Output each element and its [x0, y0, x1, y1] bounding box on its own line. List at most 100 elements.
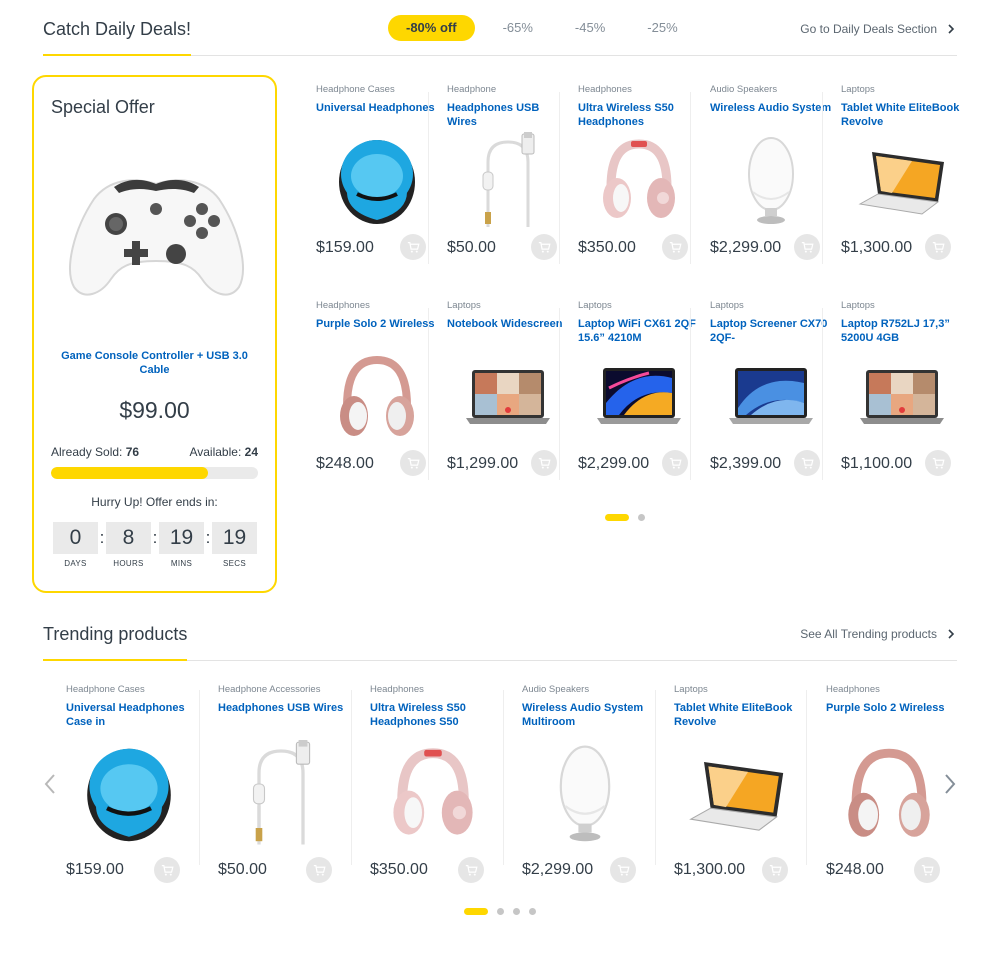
product-card-laptop-wifi-cx61-2qf-15-6-4210m[interactable]: Laptops Laptop WiFi CX61 2QF 15.6” 4210M $…: [578, 300, 700, 476]
product-card-tablet-white-elitebook-revolve[interactable]: Laptops Tablet White EliteBook Revolve $1,…: [841, 84, 963, 260]
headphones-pink-icon[interactable]: [370, 740, 496, 850]
add-to-cart-icon[interactable]: [306, 857, 332, 883]
product-name[interactable]: Wireless Audio System Multiroom: [522, 701, 648, 729]
carousel-dot[interactable]: [638, 514, 645, 521]
see-all-trending-link[interactable]: See All Trending products: [800, 619, 957, 649]
add-to-cart-icon[interactable]: [531, 234, 557, 260]
add-to-cart-icon[interactable]: [610, 857, 636, 883]
product-card-laptop-r752lj-17-3-5200u-4gb[interactable]: Laptops Laptop R752LJ 17,3” 5200U 4GB $1,1…: [841, 300, 963, 476]
carousel-dot[interactable]: [513, 908, 520, 915]
product-name[interactable]: Headphones USB Wires: [218, 701, 344, 729]
add-to-cart-icon[interactable]: [914, 857, 940, 883]
laptop-video-icon[interactable]: [841, 348, 963, 448]
go-to-daily-deals-link[interactable]: Go to Daily Deals Section: [800, 14, 957, 44]
add-to-cart-icon[interactable]: [662, 234, 688, 260]
product-card-notebook-widescreen[interactable]: Laptops Notebook Widescreen $1,299.00: [447, 300, 569, 476]
carousel-dot[interactable]: [605, 514, 629, 521]
product-card-headphones-usb-wires[interactable]: Headphone Headphones USB Wires $50.00: [447, 84, 569, 260]
laptop-video-icon[interactable]: [447, 348, 569, 448]
product-category[interactable]: Laptops: [841, 300, 963, 311]
add-to-cart-icon[interactable]: [154, 857, 180, 883]
add-to-cart-icon[interactable]: [458, 857, 484, 883]
countdown-mins: 19 MINS: [159, 522, 204, 568]
product-name[interactable]: Purple Solo 2 Wireless: [316, 317, 438, 345]
tab-45[interactable]: -45%: [561, 15, 619, 41]
case-icon[interactable]: [66, 740, 192, 850]
tab-65[interactable]: -65%: [489, 15, 547, 41]
product-category[interactable]: Headphones: [370, 684, 496, 695]
carousel-prev-arrow-icon[interactable]: [42, 771, 58, 797]
add-to-cart-icon[interactable]: [400, 450, 426, 476]
product-category[interactable]: Laptops: [447, 300, 569, 311]
usb-cable-icon[interactable]: [447, 132, 569, 232]
product-card-headphones-usb-wires[interactable]: Headphone Accessories Headphones USB Wire…: [218, 684, 344, 883]
product-category[interactable]: Headphone Cases: [66, 684, 192, 695]
tab-80-off[interactable]: -80% off: [388, 15, 475, 41]
product-category[interactable]: Audio Speakers: [710, 84, 832, 95]
headphones-rose-icon[interactable]: [316, 348, 438, 448]
product-name[interactable]: Ultra Wireless S50 Headphones S50: [370, 701, 496, 729]
product-category[interactable]: Laptops: [841, 84, 963, 95]
product-name[interactable]: Laptop WiFi CX61 2QF 15.6” 4210M: [578, 317, 700, 345]
special-offer-price: $99.00: [119, 397, 190, 423]
macbook-blue-icon[interactable]: [710, 348, 832, 448]
carousel-dot[interactable]: [497, 908, 504, 915]
product-name[interactable]: Headphones USB Wires: [447, 101, 569, 129]
game-controller-image[interactable]: [54, 129, 259, 329]
add-to-cart-icon[interactable]: [925, 450, 951, 476]
product-card-ultra-wireless-s50-headphones[interactable]: Headphones Ultra Wireless S50 Headphones $…: [578, 84, 700, 260]
product-name[interactable]: Universal Headphones: [316, 101, 438, 129]
add-to-cart-icon[interactable]: [662, 450, 688, 476]
product-name[interactable]: Laptop Screener CX70 2QF-: [710, 317, 832, 345]
column-divider: [428, 92, 429, 264]
product-name[interactable]: Tablet White EliteBook Revolve: [841, 101, 963, 129]
tablet-laptop-icon[interactable]: [674, 740, 800, 850]
product-card-tablet-white-elitebook-revolve[interactable]: Laptops Tablet White EliteBook Revolve $1,…: [674, 684, 800, 883]
carousel-dot[interactable]: [529, 908, 536, 915]
product-card-wireless-audio-system[interactable]: Audio Speakers Wireless Audio System $2,29…: [710, 84, 832, 260]
product-category[interactable]: Audio Speakers: [522, 684, 648, 695]
macbook-dark-icon[interactable]: [578, 348, 700, 448]
product-category[interactable]: Laptops: [674, 684, 800, 695]
add-to-cart-icon[interactable]: [531, 450, 557, 476]
product-card-ultra-wireless-s50-headphones-s50[interactable]: Headphones Ultra Wireless S50 Headphones …: [370, 684, 496, 883]
product-name[interactable]: Tablet White EliteBook Revolve: [674, 701, 800, 729]
product-card-purple-solo-2-wireless[interactable]: Headphones Purple Solo 2 Wireless $248.00: [826, 684, 952, 883]
countdown-secs: 19 SECS: [212, 522, 257, 568]
product-name[interactable]: Laptop R752LJ 17,3” 5200U 4GB: [841, 317, 963, 345]
product-card-purple-solo-2-wireless[interactable]: Headphones Purple Solo 2 Wireless $248.00: [316, 300, 438, 476]
headphones-rose-icon[interactable]: [826, 740, 952, 850]
product-card-universal-headphones-case-in[interactable]: Headphone Cases Universal Headphones Case…: [66, 684, 192, 883]
product-price: $50.00: [218, 861, 267, 878]
carousel-dot[interactable]: [464, 908, 488, 915]
usb-cable-icon[interactable]: [218, 740, 344, 850]
product-category[interactable]: Headphones: [316, 300, 438, 311]
product-name[interactable]: Universal Headphones Case in: [66, 701, 192, 729]
product-card-wireless-audio-system-multiroom[interactable]: Audio Speakers Wireless Audio System Mult…: [522, 684, 648, 883]
product-category[interactable]: Laptops: [710, 300, 832, 311]
tablet-laptop-icon[interactable]: [841, 132, 963, 232]
product-category[interactable]: Headphone: [447, 84, 569, 95]
product-name[interactable]: Ultra Wireless S50 Headphones: [578, 101, 700, 129]
case-icon[interactable]: [316, 132, 438, 232]
add-to-cart-icon[interactable]: [762, 857, 788, 883]
add-to-cart-icon[interactable]: [794, 234, 820, 260]
speaker-icon[interactable]: [710, 132, 832, 232]
add-to-cart-icon[interactable]: [794, 450, 820, 476]
product-category[interactable]: Laptops: [578, 300, 700, 311]
speaker-icon[interactable]: [522, 740, 648, 850]
tab-25[interactable]: -25%: [633, 15, 691, 41]
product-category[interactable]: Headphone Cases: [316, 84, 438, 95]
product-category[interactable]: Headphones: [578, 84, 700, 95]
product-name[interactable]: Notebook Widescreen: [447, 317, 569, 345]
product-name[interactable]: Purple Solo 2 Wireless: [826, 701, 952, 729]
add-to-cart-icon[interactable]: [925, 234, 951, 260]
special-offer-product-name[interactable]: Game Console Controller + USB 3.0 Cable: [54, 349, 255, 377]
product-category[interactable]: Headphone Accessories: [218, 684, 344, 695]
product-name[interactable]: Wireless Audio System: [710, 101, 832, 129]
product-card-universal-headphones[interactable]: Headphone Cases Universal Headphones $159.…: [316, 84, 438, 260]
product-category[interactable]: Headphones: [826, 684, 952, 695]
product-card-laptop-screener-cx70-2qf[interactable]: Laptops Laptop Screener CX70 2QF- $2,399.0…: [710, 300, 832, 476]
add-to-cart-icon[interactable]: [400, 234, 426, 260]
headphones-pink-icon[interactable]: [578, 132, 700, 232]
